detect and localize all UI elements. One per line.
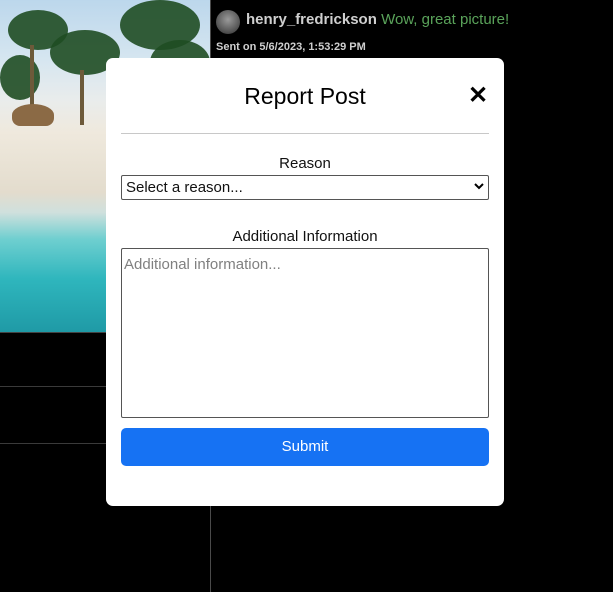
modal-title: Report Post <box>244 83 366 109</box>
comment-timestamp: Sent on 5/6/2023, 1:53:29 PM <box>216 41 366 53</box>
avatar[interactable] <box>216 10 240 34</box>
chevron-down-icon <box>474 183 484 190</box>
reason-label: Reason <box>279 155 331 172</box>
report-post-modal: Report Post ✕ Reason Select a reason... … <box>106 58 504 506</box>
additional-info-textarea[interactable]: Additional information... <box>121 248 489 418</box>
comment-line: henry_fredrickson Wow, great picture! <box>246 11 509 28</box>
comment-username[interactable]: henry_fredrickson <box>246 11 377 28</box>
comment-text: Wow, great picture! <box>381 11 510 28</box>
reason-select-value: Select a reason... <box>126 179 243 196</box>
close-icon[interactable]: ✕ <box>467 84 489 108</box>
additional-info-label: Additional Information <box>232 228 378 245</box>
submit-button[interactable]: Submit <box>121 428 489 466</box>
modal-divider <box>121 133 489 134</box>
additional-info-placeholder: Additional information... <box>124 256 281 273</box>
reason-select[interactable]: Select a reason... <box>121 175 489 200</box>
